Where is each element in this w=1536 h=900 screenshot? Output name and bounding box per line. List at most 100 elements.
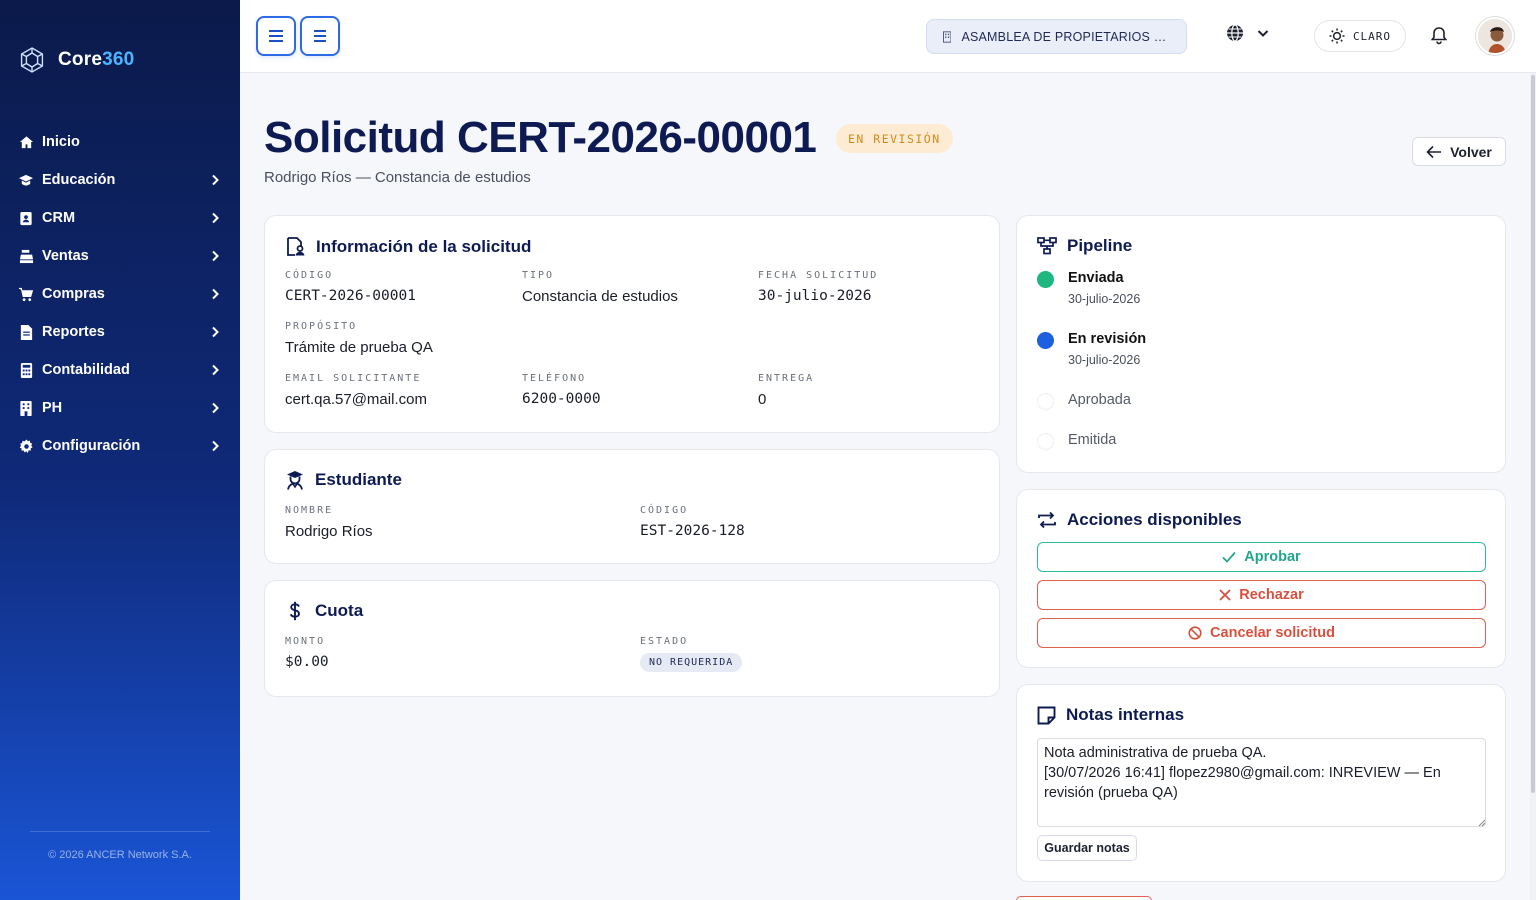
reject-button[interactable]: Rechazar [1037,580,1486,610]
pipeline-step-en-revision: En revisión 30-julio-2026 [1037,331,1146,367]
field-value: $0.00 [285,654,329,670]
field-value: 30-julio-2026 [758,288,872,304]
theme-toggle[interactable]: CLARO [1314,20,1406,52]
sidebar-nav: Inicio Educación CRM Ventas Compras Repo… [0,123,240,465]
student-icon [287,471,303,490]
approve-button[interactable]: Aprobar [1037,542,1486,572]
step-name: Enviada [1068,270,1124,286]
sidebar-item-compras[interactable]: Compras [0,275,240,313]
cancel-request-button-label: Cancelar solicitud [1210,625,1335,641]
page-title: Solicitud CERT-2026-00001 [264,113,817,162]
pipeline-step-emitida: Emitida [1037,432,1116,450]
graduation-cap-icon [18,172,34,188]
card-header: Notas internas [1037,705,1184,725]
gear-icon [18,438,34,454]
card-title: Pipeline [1067,236,1133,255]
arrow-left-icon [1426,145,1442,158]
field-label: TELÉFONO [522,373,587,384]
chevron-right-icon [212,212,219,224]
bell-icon [1430,27,1448,45]
sidebar-item-educacion[interactable]: Educación [0,161,240,199]
chevron-right-icon [212,250,219,262]
cancel-request-button[interactable]: Cancelar solicitud [1037,618,1486,648]
user-avatar[interactable] [1476,17,1514,55]
field-label: PROPÓSITO [285,321,358,332]
pipeline-step-aprobada: Aprobada [1037,392,1131,410]
request-info-card: Información de la solicitud CÓDIGO CERT-… [264,215,1000,433]
sidebar-item-label: Inicio [42,134,80,150]
globe-icon [1227,24,1243,42]
sidebar-item-crm[interactable]: CRM [0,199,240,237]
cash-register-icon [18,248,34,264]
sun-icon [1329,28,1345,44]
field-email: EMAIL SOLICITANTE cert.qa.57@mail.com [285,373,427,408]
close-icon [1219,589,1231,601]
field-label: CÓDIGO [640,505,689,516]
sidebar-item-contabilidad[interactable]: Contabilidad [0,351,240,389]
chevron-right-icon [212,288,219,300]
page-subtitle: Rodrigo Ríos — Constancia de estudios [264,169,531,186]
card-header: Cuota [285,601,363,621]
card-title: Notas internas [1066,705,1185,724]
step-pending-indicator [1037,393,1054,410]
cart-icon [18,286,34,302]
field-label: EMAIL SOLICITANTE [285,373,422,384]
field-label: TIPO [522,270,555,281]
offscreen-button[interactable] [1016,896,1152,900]
chevron-right-icon [212,364,219,376]
file-person-icon [287,237,305,256]
report-file-icon [18,324,34,340]
pipeline-icon [1037,237,1057,255]
page-scrollbar[interactable] [1530,73,1536,900]
approve-button-label: Aprobar [1244,549,1301,565]
organization-selector[interactable]: ASAMBLEA DE PROPIETARIOS DE ... [926,19,1187,54]
organization-name: ASAMBLEA DE PROPIETARIOS DE ... [961,29,1172,44]
notifications-button[interactable] [1430,26,1448,49]
field-monto: MONTO $0.00 [285,636,329,670]
user-photo [1478,19,1512,53]
building-icon [943,30,952,43]
reject-button-label: Rechazar [1239,587,1304,603]
field-codigo-estudiante: CÓDIGO EST-2026-128 [640,505,745,539]
chevron-right-icon [212,440,219,452]
menu-button[interactable] [300,16,340,56]
back-button-label: Volver [1450,143,1492,160]
notes-textarea[interactable]: Nota administrativa de prueba QA. [30/07… [1037,738,1486,827]
brand-logo[interactable]: Core360 [18,46,134,74]
chevron-right-icon [212,402,219,414]
scrollbar-thumb[interactable] [1531,75,1535,793]
copyright-text: © 2026 ANCER Network S.A. [48,849,192,861]
field-value: Rodrigo Ríos [285,523,373,540]
sidebar-item-configuracion[interactable]: Configuración [0,427,240,465]
field-entrega: ENTREGA 0 [758,373,814,408]
card-title: Estudiante [315,470,402,489]
field-label: NOMBRE [285,505,334,516]
field-codigo: CÓDIGO CERT-2026-00001 [285,270,416,304]
menu-icon [314,30,326,42]
student-card: Estudiante NOMBRE Rodrigo Ríos CÓDIGO ES… [264,449,1000,564]
sidebar-item-inicio[interactable]: Inicio [0,123,240,161]
field-value: cert.qa.57@mail.com [285,391,427,408]
toggle-sidebar-button[interactable] [256,16,296,56]
fee-card: Cuota MONTO $0.00 ESTADO NO REQUERIDA [264,580,1000,697]
field-label: CÓDIGO [285,270,334,281]
sidebar-item-label: CRM [42,210,76,226]
internal-notes-card: Notas internas Nota administrativa de pr… [1016,684,1506,882]
sidebar-item-reportes[interactable]: Reportes [0,313,240,351]
step-date: 30-julio-2026 [1068,353,1141,367]
sidebar-item-ph[interactable]: PH [0,389,240,427]
sidebar-item-label: PH [42,400,63,416]
menu-icon [269,30,283,42]
step-date: 30-julio-2026 [1068,292,1141,306]
save-notes-button[interactable]: Guardar notas [1037,835,1137,861]
dollar-icon [289,601,300,621]
field-fecha-solicitud: FECHA SOLICITUD 30-julio-2026 [758,270,878,304]
sidebar-item-label: Configuración [42,438,141,454]
sidebar-item-ventas[interactable]: Ventas [0,237,240,275]
resize-grip-icon[interactable] [1478,819,1486,827]
back-button[interactable]: Volver [1412,137,1506,166]
sidebar: Core360 Inicio Educación CRM Ventas Comp… [0,0,240,900]
home-icon [18,134,34,150]
pipeline-step-enviada: Enviada 30-julio-2026 [1037,270,1140,306]
language-selector[interactable] [1226,24,1270,42]
